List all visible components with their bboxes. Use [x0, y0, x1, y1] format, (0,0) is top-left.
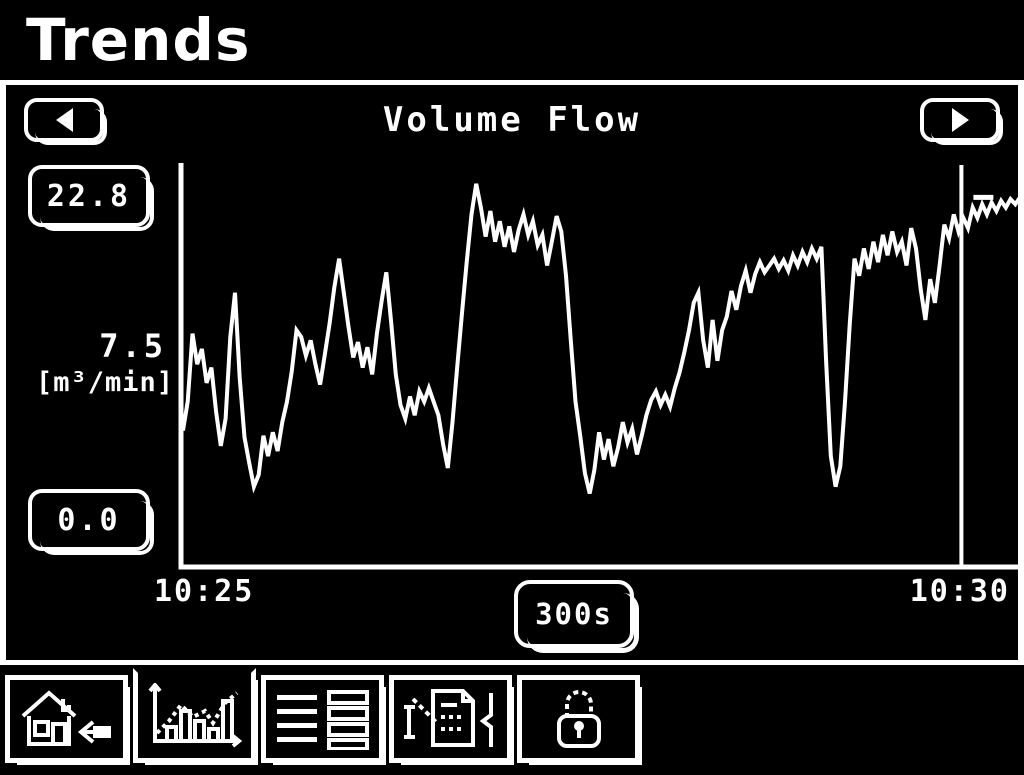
- chevron-right-icon: [951, 108, 969, 132]
- home-button[interactable]: [5, 675, 130, 765]
- scale-max-value[interactable]: 22.8: [28, 165, 154, 231]
- lock-keyhole: [573, 721, 584, 731]
- trend-plot[interactable]: [175, 163, 1024, 573]
- time-axis-start: 10:25: [154, 574, 255, 609]
- plot-axes: [178, 163, 1024, 570]
- next-channel-button[interactable]: [920, 98, 1003, 145]
- unit-label: [m³/min]: [35, 367, 174, 398]
- header-bar: Trends: [0, 0, 1024, 80]
- trend-chart-icon: [147, 682, 242, 748]
- timespan-button[interactable]: 300s: [514, 580, 639, 653]
- trends-button[interactable]: [133, 668, 258, 765]
- padlock-icon: [556, 690, 601, 748]
- hmi-screen: Trends Volume Flow 22.8 7.5 [m³/min] 0.0: [0, 0, 1024, 775]
- toolbar: [0, 665, 1024, 775]
- chart-title: Volume Flow: [382, 100, 642, 140]
- current-value: 7.5: [99, 327, 166, 365]
- parameters-button[interactable]: [261, 675, 386, 765]
- time-axis-end: 10:30: [909, 574, 1010, 609]
- document-edit-icon: [403, 689, 493, 747]
- report-button[interactable]: [389, 675, 514, 765]
- trend-plot-svg: [178, 163, 1024, 570]
- list-rows-icon: [276, 690, 369, 750]
- scale-min-value[interactable]: 0.0: [28, 489, 154, 555]
- trend-trace: [181, 183, 1022, 494]
- house-back-icon: [21, 690, 111, 746]
- lock-button[interactable]: [517, 675, 642, 765]
- trend-panel: Volume Flow 22.8 7.5 [m³/min] 0.0 10:25 …: [0, 85, 1024, 660]
- page-title: Trends: [26, 6, 251, 74]
